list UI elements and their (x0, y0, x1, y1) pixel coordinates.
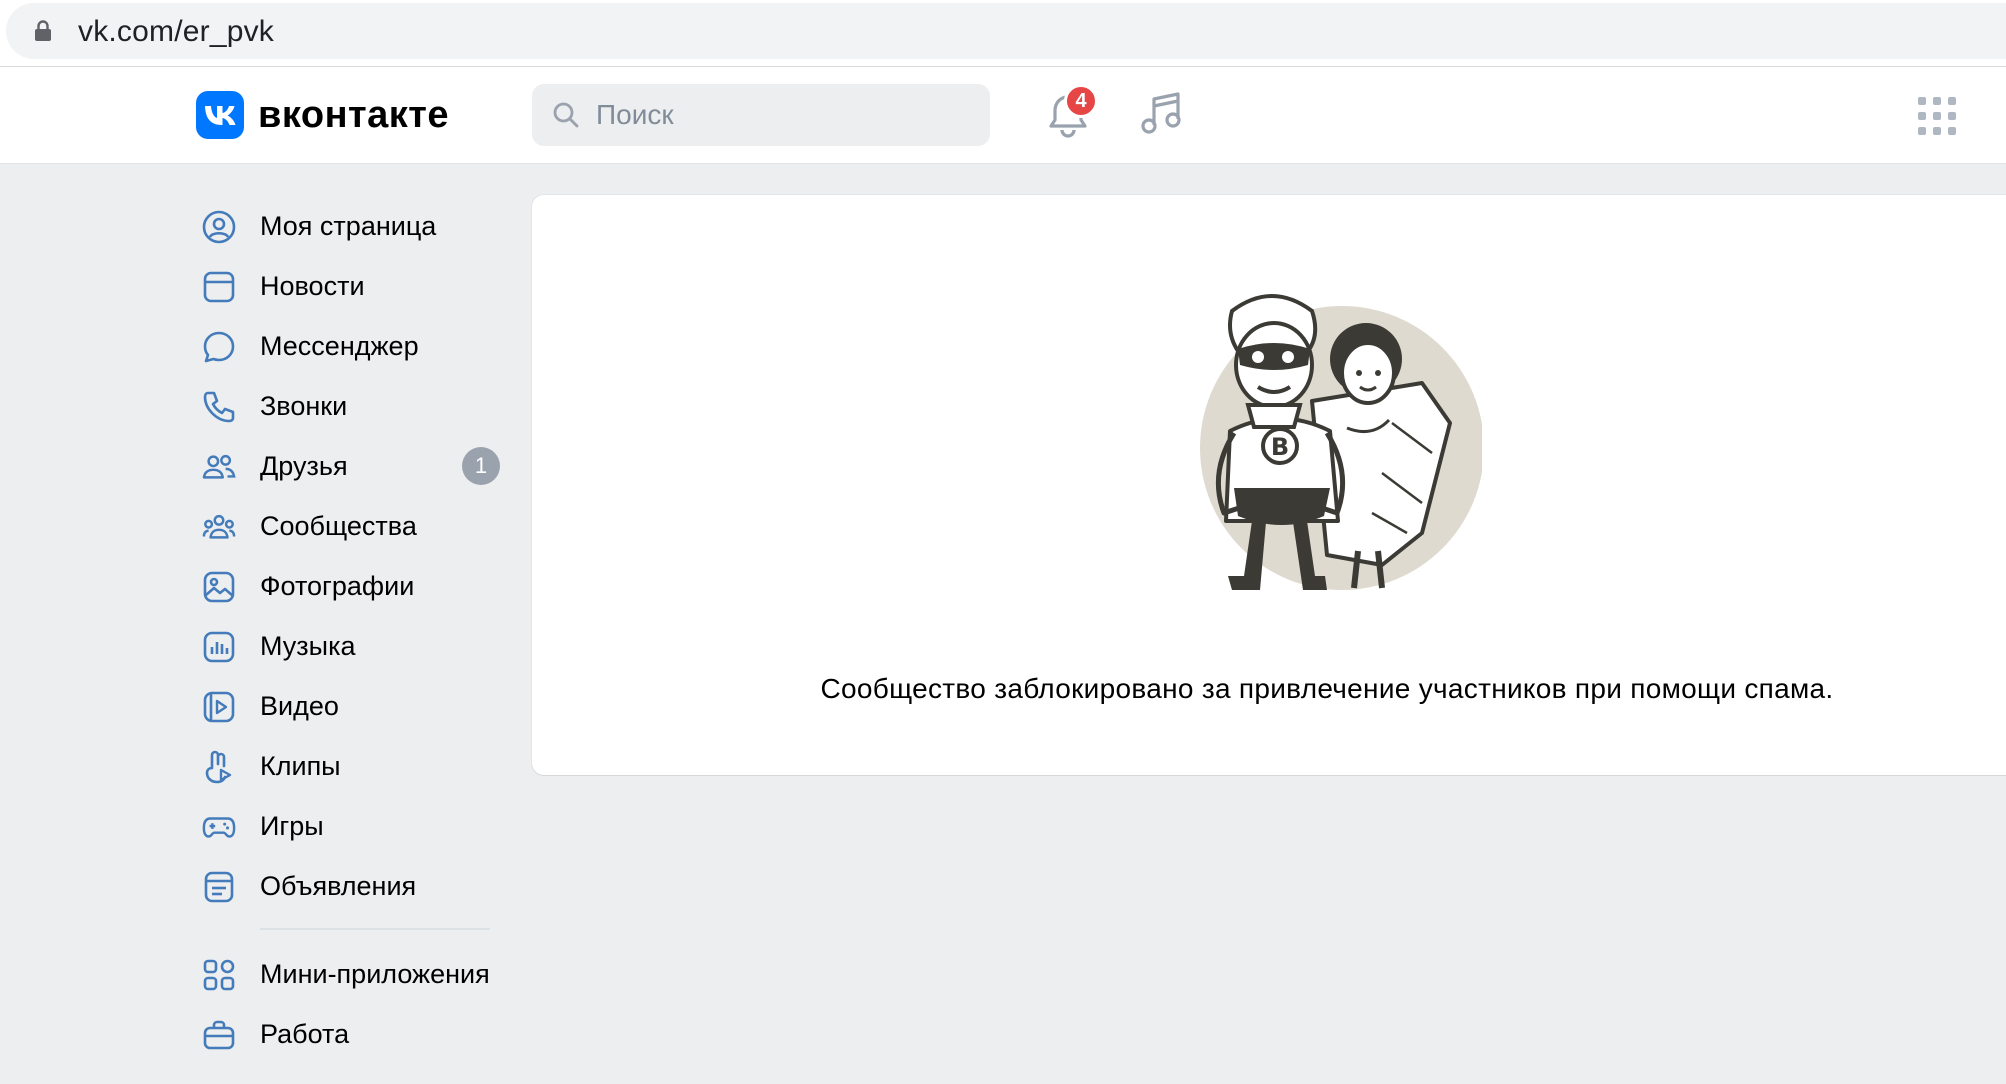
sidebar-item-friends[interactable]: Друзья 1 (196, 436, 506, 496)
clips-icon (202, 750, 236, 784)
sidebar-item-label: Фотографии (260, 570, 415, 601)
sidebar-divider (260, 928, 490, 930)
url-field[interactable]: vk.com/er_pvk (6, 3, 2006, 59)
user-circle-icon (202, 210, 236, 244)
sidebar-item-calls[interactable]: Звонки (196, 376, 506, 436)
music-note-icon (1141, 92, 1181, 134)
sidebar-item-label: Мини-приложения (260, 958, 490, 989)
search-input[interactable] (596, 84, 976, 146)
friends-icon (202, 450, 236, 484)
sidebar-item-label: Работа (260, 1018, 350, 1049)
grid-icon (1918, 97, 1956, 135)
left-navigation: Моя страница Новости Мессенджер Звонки Д… (196, 196, 506, 1064)
message-icon (202, 330, 236, 364)
services-menu-button[interactable] (1918, 97, 1956, 140)
music-player-button[interactable] (1140, 89, 1184, 142)
sidebar-item-games[interactable]: Игры (196, 796, 506, 856)
logo-text: вконтакте (258, 93, 450, 136)
sidebar-item-music[interactable]: Музыка (196, 616, 506, 676)
sidebar-item-label: Клипы (260, 750, 341, 781)
photo-icon (202, 570, 236, 604)
sidebar-item-label: Сообщества (260, 510, 417, 541)
sidebar-item-label: Моя страница (260, 210, 437, 241)
newsfeed-icon (202, 270, 236, 304)
sidebar-item-jobs[interactable]: Работа (196, 1004, 506, 1064)
vk-logo[interactable]: вконтакте (196, 91, 449, 139)
sidebar-item-label: Друзья (260, 450, 348, 481)
sidebar-item-label: Мессенджер (260, 330, 419, 361)
url-text: vk.com/er_pvk (78, 15, 274, 48)
search-box[interactable] (532, 84, 990, 146)
ads-icon (202, 870, 236, 904)
sidebar-item-my-page[interactable]: Моя страница (196, 196, 506, 256)
svg-text:B: B (1271, 433, 1289, 461)
sidebar-item-clips[interactable]: Клипы (196, 736, 506, 796)
browser-address-bar: vk.com/er_pvk (0, 0, 2006, 67)
community-blocked-card: B Сообщество заблокировано за привлечени… (532, 195, 2006, 775)
lock-icon (34, 20, 52, 47)
sidebar-item-label: Видео (260, 690, 339, 721)
sidebar-item-label: Игры (260, 810, 324, 841)
blocked-illustration: B (1182, 283, 1484, 608)
sidebar-item-label: Музыка (260, 630, 356, 661)
gamepad-icon (202, 810, 236, 844)
vk-logo-icon (196, 91, 244, 139)
sidebar-item-mini-apps[interactable]: Мини-приложения (196, 944, 506, 1004)
friends-counter-badge: 1 (462, 447, 500, 485)
sidebar-item-communities[interactable]: Сообщества (196, 496, 506, 556)
sidebar-item-label: Новости (260, 270, 365, 301)
music-icon (202, 630, 236, 664)
sidebar-item-photos[interactable]: Фотографии (196, 556, 506, 616)
video-icon (202, 690, 236, 724)
search-icon (553, 102, 579, 128)
sidebar-item-ads[interactable]: Объявления (196, 856, 506, 916)
top-header: вконтакте 4 (0, 67, 2006, 164)
blocked-message: Сообщество заблокировано за привлечение … (820, 673, 1834, 704)
briefcase-icon (202, 1018, 236, 1052)
sidebar-item-label: Объявления (260, 870, 417, 901)
apps-icon (202, 958, 236, 992)
sidebar-item-video[interactable]: Видео (196, 676, 506, 736)
sidebar-item-messenger[interactable]: Мессенджер (196, 316, 506, 376)
communities-icon (202, 510, 236, 544)
phone-icon (202, 390, 236, 424)
notifications-badge: 4 (1064, 84, 1098, 118)
sidebar-item-label: Звонки (260, 390, 348, 421)
sidebar-item-news[interactable]: Новости (196, 256, 506, 316)
